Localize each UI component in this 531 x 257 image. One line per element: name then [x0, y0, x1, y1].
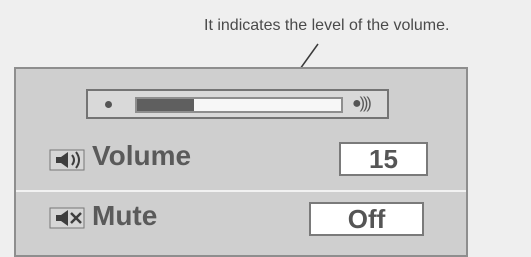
volume-level-fill	[137, 99, 195, 111]
volume-label: Volume	[92, 140, 192, 171]
volume-level-bar[interactable]	[135, 97, 343, 113]
volume-value-field[interactable]: 15	[339, 142, 428, 176]
low-volume-dot-icon	[105, 101, 112, 108]
speaker-icon	[49, 149, 85, 171]
speaker-muted-icon	[49, 207, 85, 229]
row-divider	[16, 190, 466, 192]
volume-level-meter: ●)))	[86, 89, 389, 119]
speaker-loud-icon: ●)))	[352, 95, 372, 112]
mute-value-field[interactable]: Off	[309, 202, 424, 236]
mute-label: Mute	[92, 200, 158, 231]
